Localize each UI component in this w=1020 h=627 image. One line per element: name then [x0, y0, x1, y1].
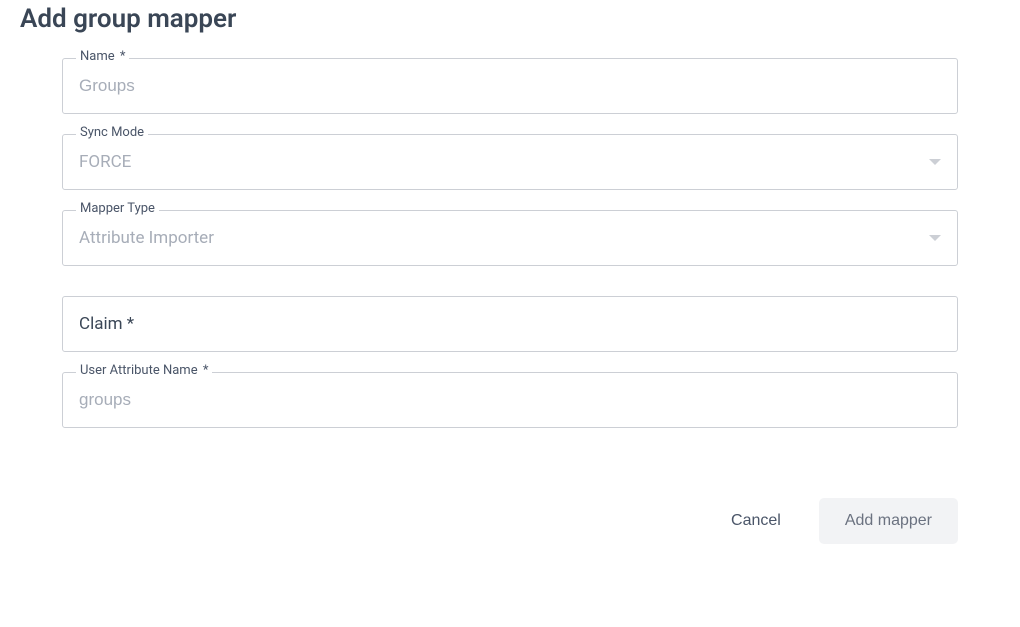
claim-label: Claim *: [79, 314, 134, 334]
sync-mode-select[interactable]: FORCE: [62, 134, 958, 190]
sync-mode-label: Sync Mode: [76, 125, 148, 140]
name-input[interactable]: [79, 76, 941, 96]
mapper-type-value: Attribute Importer: [79, 228, 921, 248]
required-marker: *: [203, 363, 209, 378]
chevron-down-icon: [929, 159, 941, 165]
name-label: Name *: [76, 49, 129, 64]
name-label-text: Name: [80, 49, 115, 64]
required-marker: *: [120, 49, 126, 64]
form-actions: Cancel Add mapper: [62, 498, 958, 544]
add-mapper-button[interactable]: Add mapper: [819, 498, 958, 544]
cancel-button[interactable]: Cancel: [705, 498, 807, 544]
user-attribute-name-input[interactable]: [79, 390, 941, 410]
page-title: Add group mapper: [20, 4, 1000, 34]
claim-input-container[interactable]: Claim *: [62, 296, 958, 352]
sync-mode-field: Sync Mode FORCE: [62, 134, 958, 190]
user-attribute-name-field: User Attribute Name *: [62, 372, 958, 428]
mapper-form: Name * Sync Mode FORCE Mapper Type Attri…: [20, 58, 1000, 544]
user-attribute-name-label-text: User Attribute Name: [80, 363, 198, 378]
user-attribute-name-label: User Attribute Name *: [76, 363, 212, 378]
chevron-down-icon: [929, 235, 941, 241]
name-field: Name *: [62, 58, 958, 114]
mapper-type-select[interactable]: Attribute Importer: [62, 210, 958, 266]
sync-mode-value: FORCE: [79, 152, 921, 172]
mapper-type-field: Mapper Type Attribute Importer: [62, 210, 958, 266]
claim-field: Claim *: [62, 296, 958, 352]
mapper-type-label: Mapper Type: [76, 201, 159, 216]
